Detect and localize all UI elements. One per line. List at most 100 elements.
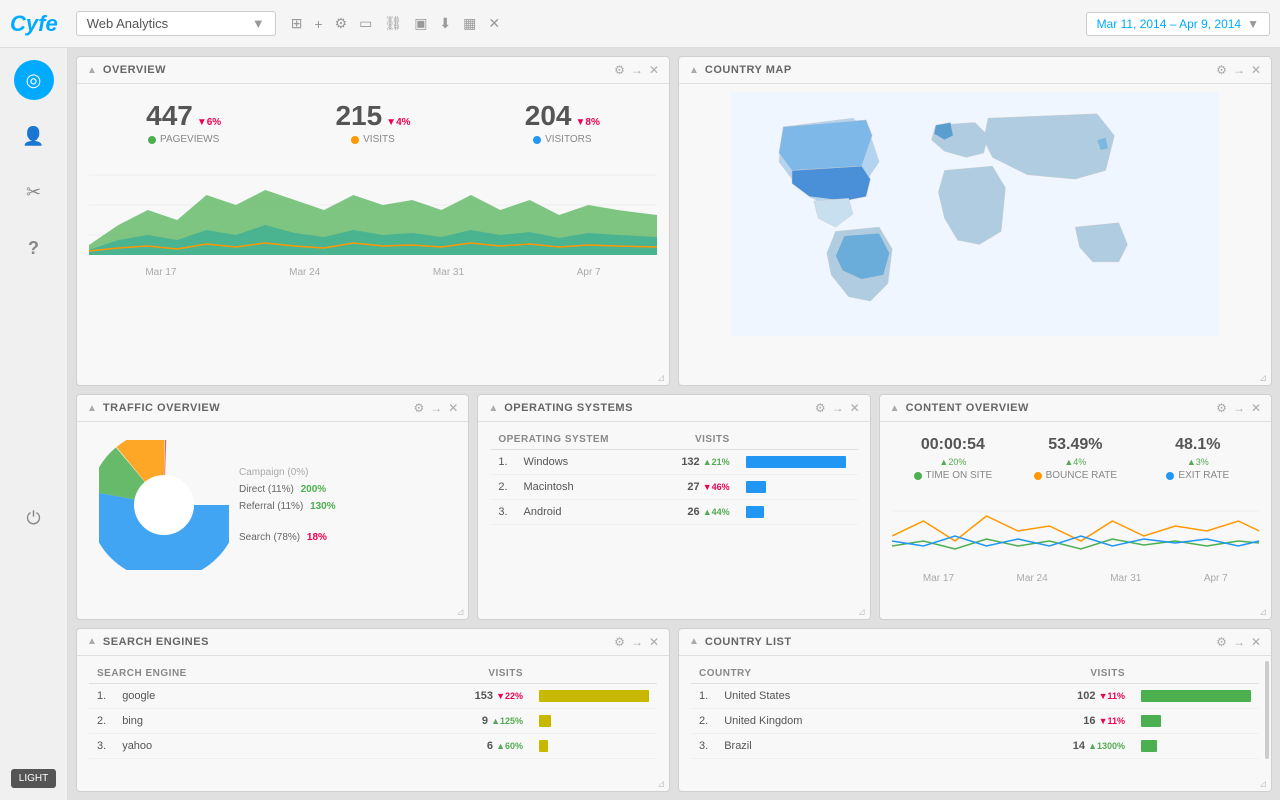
sidebar-item-power[interactable]: ⏻: [14, 499, 54, 539]
monitor-icon[interactable]: ▣: [411, 12, 430, 35]
traffic-gear-icon[interactable]: ⚙: [414, 401, 425, 415]
map-arrow-icon[interactable]: →: [1233, 63, 1245, 77]
search-bar-fill-3: [539, 740, 548, 752]
os-gear-icon[interactable]: ⚙: [815, 401, 826, 415]
search-collapse-icon[interactable]: ▲: [87, 636, 97, 647]
os-rank-2: 2.: [490, 475, 515, 500]
content-x-axis: Mar 17 Mar 24 Mar 31 Apr 7: [892, 571, 1259, 586]
os-close-icon[interactable]: ✕: [850, 401, 860, 415]
country-list-gear-icon[interactable]: ⚙: [1216, 635, 1227, 649]
os-name-1: Windows: [516, 450, 652, 475]
content-resize-handle[interactable]: ⊿: [1259, 607, 1269, 617]
table-row: 1. Windows 132 ▲21%: [490, 450, 857, 475]
sidebar-item-tools[interactable]: ✂: [14, 172, 54, 212]
close-icon[interactable]: ✕: [485, 12, 503, 35]
traffic-header: ▲ TRAFFIC OVERVIEW ⚙ → ✕: [77, 395, 468, 422]
os-controls: ⚙ → ✕: [815, 401, 860, 415]
traffic-pie-section: Campaign (0%) Direct (11%) 200% Referral…: [89, 430, 456, 580]
content-chart-svg: [892, 491, 1259, 571]
country-list-arrow-icon[interactable]: →: [1233, 635, 1245, 649]
content-gear-icon[interactable]: ⚙: [1216, 401, 1227, 415]
content-chart: [892, 491, 1259, 571]
pageviews-label: PAGEVIEWS: [89, 134, 278, 145]
main-content: ▲ OVERVIEW ⚙ → ✕ 447 ▼6% PAGEVIEWS: [68, 48, 1280, 800]
search-gear-icon[interactable]: ⚙: [614, 635, 625, 649]
search-close-icon[interactable]: ✕: [649, 635, 659, 649]
traffic-arrow-icon[interactable]: →: [430, 401, 442, 415]
sidebar-item-user[interactable]: 👤: [14, 116, 54, 156]
search-name-3: yahoo: [114, 733, 346, 758]
overview-body: 447 ▼6% PAGEVIEWS 215 ▼4% VISI: [77, 84, 669, 288]
map-close-icon[interactable]: ✕: [1251, 63, 1261, 77]
table-row: 2. bing 9 ▲125%: [89, 708, 657, 733]
country-change-3: ▲1300%: [1088, 741, 1125, 751]
content-close-icon[interactable]: ✕: [1251, 401, 1261, 415]
map-collapse-icon[interactable]: ▲: [689, 65, 699, 76]
sidebar-item-help[interactable]: ?: [14, 228, 54, 268]
content-collapse-icon[interactable]: ▲: [890, 403, 900, 414]
traffic-collapse-icon[interactable]: ▲: [87, 403, 97, 414]
search-name-1: google: [114, 683, 346, 708]
content-stat-bounce: 53.49% ▲4% BOUNCE RATE: [1014, 436, 1136, 481]
country-map-widget: ▲ COUNTRY MAP ⚙ → ✕: [678, 56, 1272, 386]
traffic-labels: Campaign (0%) Direct (11%) 200% Referral…: [239, 467, 446, 543]
overview-collapse-icon[interactable]: ▲: [87, 65, 97, 76]
os-collapse-icon[interactable]: ▲: [488, 403, 498, 414]
overview-resize-handle[interactable]: ⊿: [657, 373, 667, 383]
os-arrow-icon[interactable]: →: [832, 401, 844, 415]
sidebar-item-dashboard[interactable]: ◎: [14, 60, 54, 100]
download-icon[interactable]: ⬇: [436, 12, 454, 35]
search-resize-handle[interactable]: ⊿: [657, 779, 667, 789]
scrollbar[interactable]: [1265, 661, 1269, 759]
map-resize-handle[interactable]: ⊿: [1259, 373, 1269, 383]
content-controls: ⚙ → ✕: [1216, 401, 1261, 415]
os-name-3: Android: [516, 500, 652, 525]
layout-icon[interactable]: ▦: [460, 12, 479, 35]
content-stat-time: 00:00:54 ▲20% TIME ON SITE: [892, 436, 1014, 481]
country-list-header: ▲ COUNTRY LIST ⚙ → ✕: [679, 629, 1271, 656]
exit-label: EXIT RATE: [1137, 470, 1259, 481]
overview-arrow-icon[interactable]: →: [631, 63, 643, 77]
help-icon: ?: [28, 238, 39, 259]
country-rank-3: 3.: [691, 733, 716, 758]
settings-icon[interactable]: ⚙: [332, 12, 351, 35]
date-range-label: Mar 11, 2014 – Apr 9, 2014: [1097, 17, 1242, 31]
country-list-resize-handle[interactable]: ⊿: [1259, 779, 1269, 789]
link-icon[interactable]: ⛓: [381, 12, 405, 35]
traffic-resize-handle[interactable]: ⊿: [456, 607, 466, 617]
traffic-close-icon[interactable]: ✕: [448, 401, 458, 415]
date-range-picker[interactable]: Mar 11, 2014 – Apr 9, 2014 ▼: [1086, 12, 1270, 36]
window-icon[interactable]: ▭: [356, 12, 375, 35]
dashboard-selector[interactable]: Web Analytics ▼: [76, 11, 276, 36]
traffic-label-direct: Direct (11%) 200%: [239, 484, 446, 495]
content-arrow-icon[interactable]: →: [1233, 401, 1245, 415]
os-bar-2: [738, 475, 858, 500]
overview-close-icon[interactable]: ✕: [649, 63, 659, 77]
table-row: 1. google 153 ▼22%: [89, 683, 657, 708]
country-list-collapse-icon[interactable]: ▲: [689, 636, 699, 647]
traffic-controls: ⚙ → ✕: [414, 401, 459, 415]
country-bar-fill-3: [1141, 740, 1157, 752]
overview-chart: [89, 155, 657, 265]
grid-icon[interactable]: ⊞: [288, 12, 306, 35]
search-title: SEARCH ENGINES: [103, 636, 608, 648]
overview-gear-icon[interactable]: ⚙: [614, 63, 625, 77]
user-icon: 👤: [22, 126, 44, 147]
os-header: ▲ OPERATING SYSTEMS ⚙ → ✕: [478, 395, 869, 422]
light-mode-button[interactable]: LIGHT: [11, 769, 56, 788]
add-icon[interactable]: +: [311, 13, 325, 35]
toolbar-icons: ⊞ + ⚙ ▭ ⛓ ▣ ⬇ ▦ ✕: [288, 12, 503, 35]
overview-widget: ▲ OVERVIEW ⚙ → ✕ 447 ▼6% PAGEVIEWS: [76, 56, 670, 386]
traffic-title: TRAFFIC OVERVIEW: [103, 402, 408, 414]
os-bar-1: [738, 450, 858, 475]
search-visits-3: 6 ▲60%: [346, 733, 531, 758]
search-arrow-icon[interactable]: →: [631, 635, 643, 649]
map-gear-icon[interactable]: ⚙: [1216, 63, 1227, 77]
search-bar-2: [531, 708, 657, 733]
country-col2-header: VISITS: [958, 664, 1133, 684]
os-body: OPERATING SYSTEM VISITS 1. Windows 132 ▲…: [478, 422, 869, 533]
os-table: OPERATING SYSTEM VISITS 1. Windows 132 ▲…: [490, 430, 857, 525]
os-resize-handle[interactable]: ⊿: [858, 607, 868, 617]
bounce-dot: [1034, 472, 1042, 480]
country-list-close-icon[interactable]: ✕: [1251, 635, 1261, 649]
